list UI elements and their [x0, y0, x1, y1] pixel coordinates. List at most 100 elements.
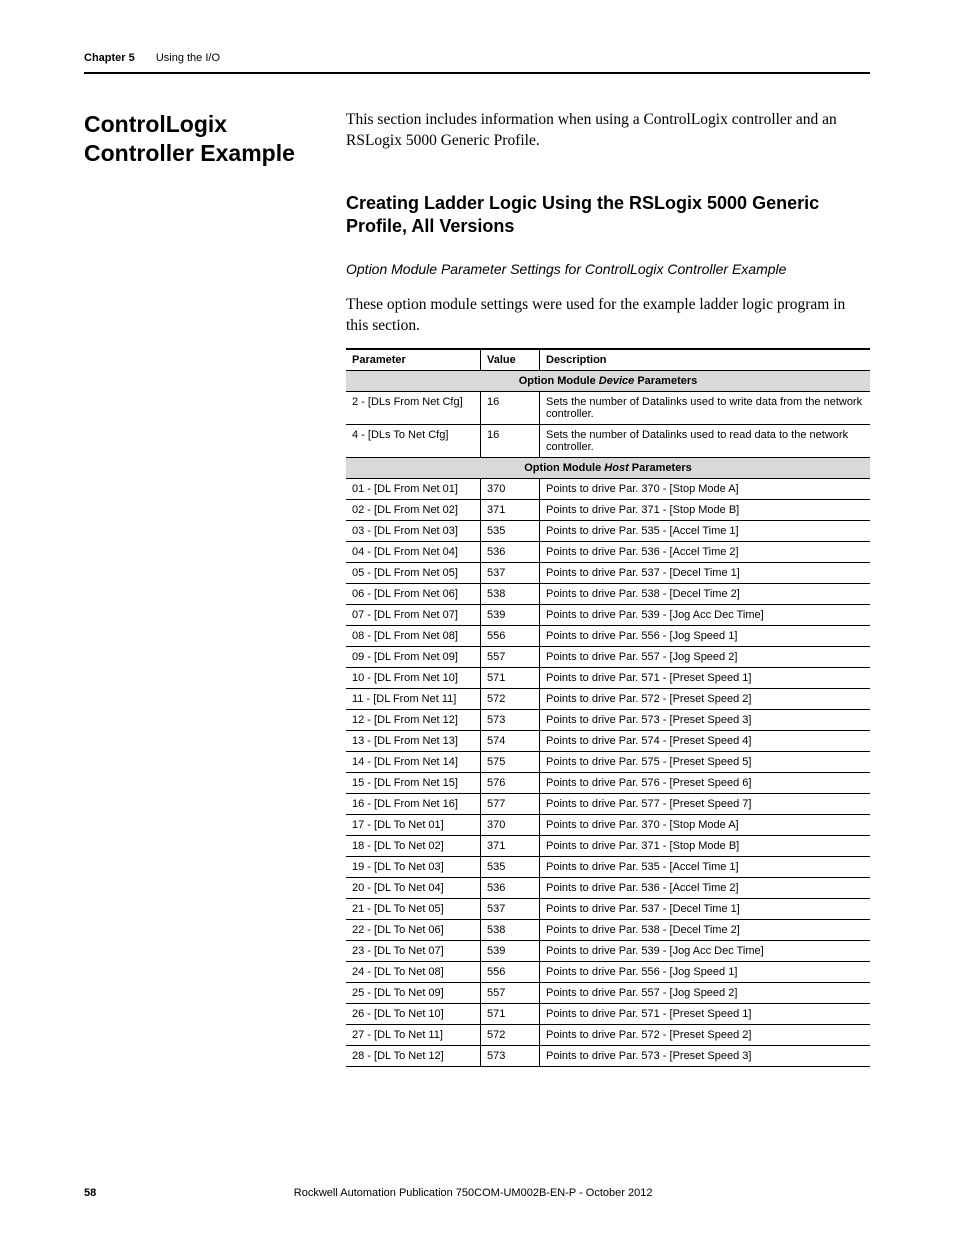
table-row: 27 - [DL To Net 11]572Points to drive Pa…: [346, 1025, 870, 1046]
table-section-row: Option Module Device Parameters: [346, 371, 870, 392]
table-row: 02 - [DL From Net 02]371Points to drive …: [346, 500, 870, 521]
table-cell-param: 4 - [DLs To Net Cfg]: [346, 425, 481, 458]
table-cell-value: 573: [481, 710, 540, 731]
table-cell-value: 575: [481, 752, 540, 773]
parameter-table: Parameter Value Description Option Modul…: [346, 348, 870, 1067]
table-cell-value: 572: [481, 689, 540, 710]
table-cell-param: 14 - [DL From Net 14]: [346, 752, 481, 773]
table-row: 01 - [DL From Net 01]370Points to drive …: [346, 479, 870, 500]
table-cell-value: 538: [481, 584, 540, 605]
table-cell-desc: Points to drive Par. 571 - [Preset Speed…: [540, 1004, 871, 1025]
page-header: Chapter 5 Using the I/O: [84, 48, 870, 74]
table-cell-desc: Sets the number of Datalinks used to wri…: [540, 392, 871, 425]
table-cell-param: 04 - [DL From Net 04]: [346, 542, 481, 563]
table-row: 25 - [DL To Net 09]557Points to drive Pa…: [346, 983, 870, 1004]
table-body: Option Module Device Parameters2 - [DLs …: [346, 371, 870, 1067]
table-cell-param: 12 - [DL From Net 12]: [346, 710, 481, 731]
table-cell-value: 571: [481, 1004, 540, 1025]
table-cell-desc: Points to drive Par. 557 - [Jog Speed 2]: [540, 647, 871, 668]
table-cell-param: 06 - [DL From Net 06]: [346, 584, 481, 605]
page-number: 58: [84, 1187, 96, 1199]
table-row: 21 - [DL To Net 05]537Points to drive Pa…: [346, 899, 870, 920]
table-cell-desc: Points to drive Par. 577 - [Preset Speed…: [540, 794, 871, 815]
table-cell-value: 16: [481, 392, 540, 425]
table-cell-desc: Points to drive Par. 538 - [Decel Time 2…: [540, 584, 871, 605]
table-cell-value: 371: [481, 500, 540, 521]
table-cell-desc: Points to drive Par. 539 - [Jog Acc Dec …: [540, 941, 871, 962]
table-cell-value: 539: [481, 941, 540, 962]
table-cell-value: 535: [481, 857, 540, 878]
publication-line: Rockwell Automation Publication 750COM-U…: [96, 1187, 850, 1199]
table-cell-desc: Points to drive Par. 539 - [Jog Acc Dec …: [540, 605, 871, 626]
th-description: Description: [540, 349, 871, 371]
table-cell-param: 20 - [DL To Net 04]: [346, 878, 481, 899]
header-title: Using the I/O: [156, 52, 220, 64]
table-row: 17 - [DL To Net 01]370Points to drive Pa…: [346, 815, 870, 836]
header-chapter: Chapter 5: [84, 52, 135, 64]
table-cell-desc: Points to drive Par. 572 - [Preset Speed…: [540, 1025, 871, 1046]
table-cell-desc: Points to drive Par. 573 - [Preset Speed…: [540, 1046, 871, 1067]
table-cell-param: 13 - [DL From Net 13]: [346, 731, 481, 752]
table-row: 22 - [DL To Net 06]538Points to drive Pa…: [346, 920, 870, 941]
table-cell-value: 371: [481, 836, 540, 857]
table-cell-value: 537: [481, 899, 540, 920]
table-cell-desc: Points to drive Par. 535 - [Accel Time 1…: [540, 521, 871, 542]
table-row: 04 - [DL From Net 04]536Points to drive …: [346, 542, 870, 563]
table-cell-param: 02 - [DL From Net 02]: [346, 500, 481, 521]
table-cell-value: 556: [481, 962, 540, 983]
table-cell-desc: Points to drive Par. 536 - [Accel Time 2…: [540, 542, 871, 563]
table-cell-desc: Points to drive Par. 573 - [Preset Speed…: [540, 710, 871, 731]
th-value: Value: [481, 349, 540, 371]
table-cell-desc: Points to drive Par. 537 - [Decel Time 1…: [540, 899, 871, 920]
table-row: 28 - [DL To Net 12]573Points to drive Pa…: [346, 1046, 870, 1067]
table-row: 20 - [DL To Net 04]536Points to drive Pa…: [346, 878, 870, 899]
table-cell-param: 07 - [DL From Net 07]: [346, 605, 481, 626]
table-cell-desc: Points to drive Par. 556 - [Jog Speed 1]: [540, 626, 871, 647]
table-cell-desc: Points to drive Par. 371 - [Stop Mode B]: [540, 500, 871, 521]
table-cell-value: 573: [481, 1046, 540, 1067]
table-cell-param: 10 - [DL From Net 10]: [346, 668, 481, 689]
table-cell-desc: Points to drive Par. 575 - [Preset Speed…: [540, 752, 871, 773]
table-cell-desc: Points to drive Par. 556 - [Jog Speed 1]: [540, 962, 871, 983]
table-cell-desc: Points to drive Par. 536 - [Accel Time 2…: [540, 878, 871, 899]
table-row: 23 - [DL To Net 07]539Points to drive Pa…: [346, 941, 870, 962]
table-cell-desc: Points to drive Par. 557 - [Jog Speed 2]: [540, 983, 871, 1004]
table-cell-desc: Points to drive Par. 371 - [Stop Mode B]: [540, 836, 871, 857]
lead-paragraph: These option module settings were used f…: [346, 295, 870, 337]
table-row: 10 - [DL From Net 10]571Points to drive …: [346, 668, 870, 689]
table-cell-param: 15 - [DL From Net 15]: [346, 773, 481, 794]
table-cell-param: 17 - [DL To Net 01]: [346, 815, 481, 836]
table-cell-param: 09 - [DL From Net 09]: [346, 647, 481, 668]
table-cell-param: 01 - [DL From Net 01]: [346, 479, 481, 500]
table-cell-desc: Points to drive Par. 538 - [Decel Time 2…: [540, 920, 871, 941]
table-cell-value: 577: [481, 794, 540, 815]
table-row: 09 - [DL From Net 09]557Points to drive …: [346, 647, 870, 668]
table-row: 24 - [DL To Net 08]556Points to drive Pa…: [346, 962, 870, 983]
table-cell-param: 18 - [DL To Net 02]: [346, 836, 481, 857]
table-cell-param: 22 - [DL To Net 06]: [346, 920, 481, 941]
table-header-row: Parameter Value Description: [346, 349, 870, 371]
table-row: 05 - [DL From Net 05]537Points to drive …: [346, 563, 870, 584]
table-section-cell: Option Module Device Parameters: [346, 371, 870, 392]
table-cell-desc: Sets the number of Datalinks used to rea…: [540, 425, 871, 458]
table-cell-value: 16: [481, 425, 540, 458]
table-cell-param: 08 - [DL From Net 08]: [346, 626, 481, 647]
table-section-row: Option Module Host Parameters: [346, 458, 870, 479]
table-cell-desc: Points to drive Par. 571 - [Preset Speed…: [540, 668, 871, 689]
section-title: ControlLogix Controller Example: [84, 110, 322, 168]
table-row: 26 - [DL To Net 10]571Points to drive Pa…: [346, 1004, 870, 1025]
table-cell-desc: Points to drive Par. 370 - [Stop Mode A]: [540, 479, 871, 500]
table-cell-value: 537: [481, 563, 540, 584]
table-cell-param: 24 - [DL To Net 08]: [346, 962, 481, 983]
table-cell-value: 370: [481, 479, 540, 500]
table-row: 2 - [DLs From Net Cfg]16Sets the number …: [346, 392, 870, 425]
table-cell-param: 03 - [DL From Net 03]: [346, 521, 481, 542]
table-row: 07 - [DL From Net 07]539Points to drive …: [346, 605, 870, 626]
table-cell-param: 26 - [DL To Net 10]: [346, 1004, 481, 1025]
page-footer: 58 Rockwell Automation Publication 750CO…: [84, 1187, 870, 1199]
table-cell-desc: Points to drive Par. 576 - [Preset Speed…: [540, 773, 871, 794]
table-cell-param: 19 - [DL To Net 03]: [346, 857, 481, 878]
table-cell-value: 576: [481, 773, 540, 794]
table-cell-param: 11 - [DL From Net 11]: [346, 689, 481, 710]
table-cell-value: 535: [481, 521, 540, 542]
